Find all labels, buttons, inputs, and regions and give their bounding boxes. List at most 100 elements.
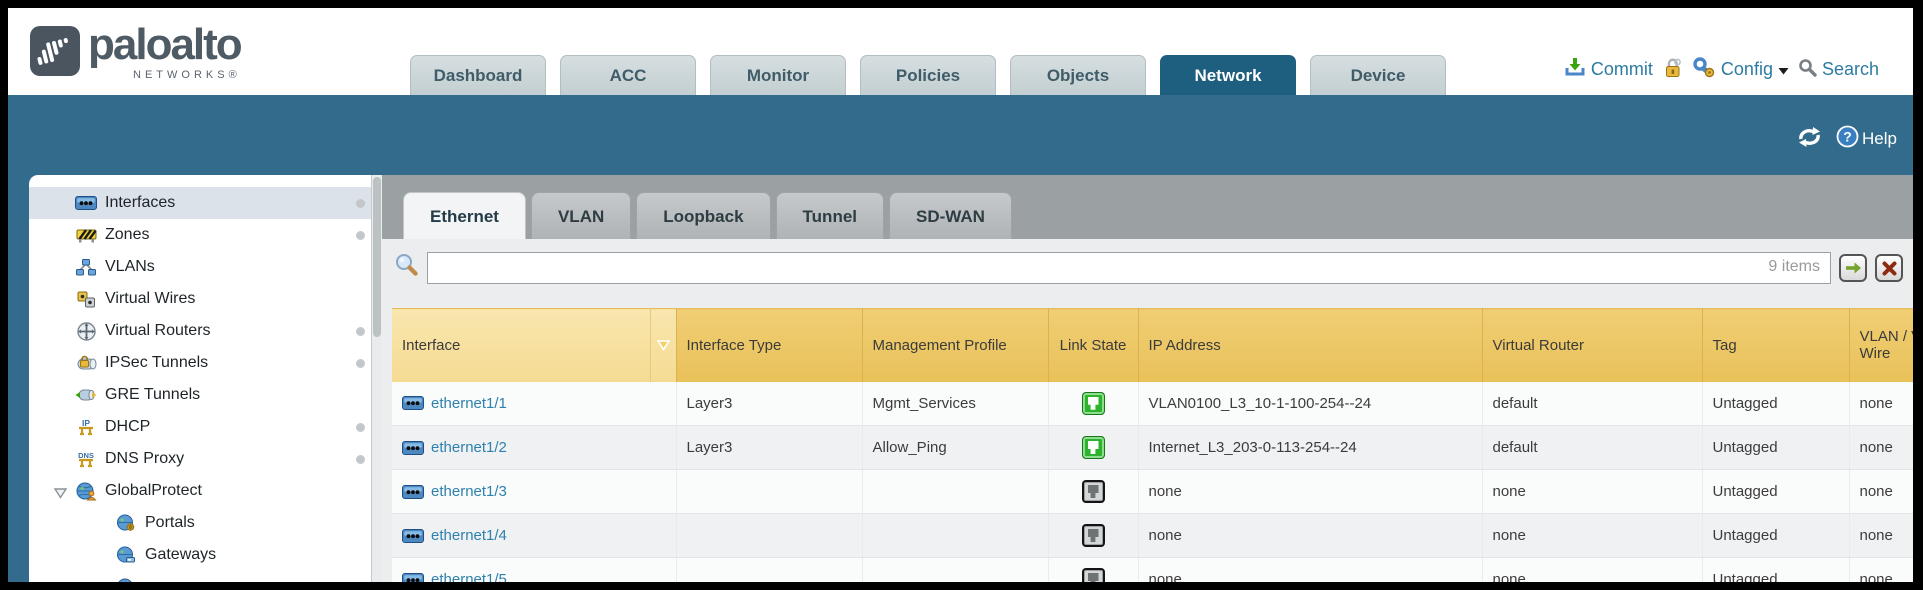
table-row: ethernet1/3 none none Untagged none xyxy=(392,470,1913,514)
subtab-sdwan[interactable]: SD-WAN xyxy=(889,192,1012,239)
subtab-tunnel[interactable]: Tunnel xyxy=(776,192,884,239)
secondary-header-band: ? Help xyxy=(8,95,1913,175)
interface-subtabs: Ethernet VLAN Loopback Tunnel SD-WAN xyxy=(382,175,1913,239)
config-menu-button[interactable]: Config xyxy=(1692,56,1789,83)
tab-network[interactable]: Network xyxy=(1160,55,1296,95)
column-menu-button[interactable] xyxy=(650,309,676,382)
red-x-icon xyxy=(1882,261,1897,276)
commit-button[interactable]: Commit xyxy=(1564,57,1653,82)
column-header-tag[interactable]: Tag xyxy=(1702,309,1849,382)
table-row: ethernet1/5 none none Untagged none xyxy=(392,558,1913,583)
table-row: ethernet1/4 none none Untagged none xyxy=(392,514,1913,558)
sidebar-item-virtual-routers[interactable]: Virtual Routers xyxy=(29,315,382,347)
help-button[interactable]: ? Help xyxy=(1836,125,1897,153)
tab-dashboard[interactable]: Dashboard xyxy=(410,55,546,95)
sidebar-item-dhcp[interactable]: IP DHCP xyxy=(29,411,382,443)
tab-policies[interactable]: Policies xyxy=(860,55,996,95)
sidebar-item-virtual-wires[interactable]: Virtual Wires xyxy=(29,283,382,315)
interface-icon xyxy=(402,441,424,455)
virtual-wires-icon xyxy=(75,291,97,308)
sidebar-item-portals[interactable]: Portals xyxy=(29,507,382,539)
search-button[interactable]: Search xyxy=(1798,58,1879,82)
interface-link[interactable]: ethernet1/4 xyxy=(431,527,507,544)
green-arrow-icon xyxy=(1845,261,1862,275)
sidebar-item-gre-tunnels[interactable]: GRE Tunnels xyxy=(29,379,382,411)
column-header-link-state[interactable]: Link State xyxy=(1048,309,1138,382)
scrollbar-thumb[interactable] xyxy=(373,177,381,337)
link-state-icon[interactable] xyxy=(1082,392,1105,415)
column-header-virtual-router[interactable]: Virtual Router xyxy=(1482,309,1702,382)
sidebar-item-gateways[interactable]: Gateways xyxy=(29,539,382,571)
subtab-loopback[interactable]: Loopback xyxy=(636,192,770,239)
link-state-icon[interactable] xyxy=(1082,524,1105,547)
interface-icon xyxy=(402,529,424,543)
network-sidebar: Interfaces Zones xyxy=(29,175,382,582)
brand-wordmark: paloalto xyxy=(88,22,241,68)
column-header-ip-address[interactable]: IP Address xyxy=(1138,309,1482,382)
sidebar-item-dns-proxy[interactable]: DNS DNS Proxy xyxy=(29,443,382,475)
sidebar-item-zones[interactable]: Zones xyxy=(29,219,382,251)
sidebar-scrollbar[interactable] xyxy=(371,175,382,582)
dhcp-icon: IP xyxy=(75,418,97,437)
clear-filter-button[interactable] xyxy=(1875,254,1903,282)
sidebar-item-vlans[interactable]: VLANs xyxy=(29,251,382,283)
interface-link[interactable]: ethernet1/5 xyxy=(431,571,507,582)
padlock-icon xyxy=(1662,57,1683,83)
chevron-down-icon xyxy=(1778,59,1789,80)
link-state-icon[interactable] xyxy=(1082,568,1105,582)
sidebar-item-interfaces[interactable]: Interfaces xyxy=(29,187,382,219)
virtual-routers-icon xyxy=(75,322,97,341)
app-window: paloalto NETWORKS® Dashboard ACC Monitor… xyxy=(0,0,1923,590)
main-nav-tabs: Dashboard ACC Monitor Policies Objects N… xyxy=(410,55,1446,95)
status-dot xyxy=(356,423,365,432)
interface-link[interactable]: ethernet1/3 xyxy=(431,483,507,500)
apply-filter-button[interactable] xyxy=(1839,254,1867,282)
magnifier-icon xyxy=(1798,58,1817,82)
subtab-vlan[interactable]: VLAN xyxy=(531,192,631,239)
portals-icon xyxy=(115,514,137,532)
dns-proxy-icon: DNS xyxy=(75,450,97,469)
sidebar-item-globalprotect[interactable]: GlobalProtect xyxy=(29,475,382,507)
svg-text:DNS: DNS xyxy=(78,451,94,460)
header-utilities: Commit xyxy=(1564,56,1879,83)
sidebar-item-ipsec-tunnels[interactable]: IPSec Tunnels xyxy=(29,347,382,379)
paloalto-waveform-icon xyxy=(30,26,80,76)
link-state-icon[interactable] xyxy=(1082,436,1105,459)
interface-link[interactable]: ethernet1/2 xyxy=(431,439,507,456)
commit-download-icon xyxy=(1564,57,1586,82)
filter-bar: 9 items xyxy=(382,239,1913,294)
gateways-icon xyxy=(115,546,137,564)
filter-input[interactable] xyxy=(427,252,1831,284)
gre-tunnels-icon xyxy=(75,388,97,402)
filter-magnifier-icon xyxy=(394,253,419,283)
table-row: ethernet1/1 Layer3 Mgmt_Services VLAN010… xyxy=(392,382,1913,426)
ipsec-tunnels-icon xyxy=(75,355,97,371)
ethernet-panel: 9 items xyxy=(382,239,1913,582)
tab-acc[interactable]: ACC xyxy=(560,55,696,95)
paloalto-logo: paloalto NETWORKS® xyxy=(30,22,241,81)
top-header-bar: paloalto NETWORKS® Dashboard ACC Monitor… xyxy=(8,8,1913,95)
sidebar-item-partial[interactable] xyxy=(29,571,382,582)
interfaces-icon xyxy=(75,196,97,210)
sort-triangle-icon xyxy=(657,340,670,351)
question-circle-icon: ? xyxy=(1836,125,1859,153)
column-header-vlan-virtual-wire[interactable]: VLAN / Virtual Wire xyxy=(1849,309,1913,382)
status-dot xyxy=(356,231,365,240)
expand-triangle-icon[interactable] xyxy=(54,486,67,504)
tab-objects[interactable]: Objects xyxy=(1010,55,1146,95)
status-dot xyxy=(356,327,365,336)
lock-button[interactable] xyxy=(1662,57,1683,83)
status-dot xyxy=(356,199,365,208)
refresh-button[interactable] xyxy=(1796,126,1823,153)
column-header-management-profile[interactable]: Management Profile xyxy=(862,309,1048,382)
link-state-icon[interactable] xyxy=(1082,480,1105,503)
tab-device[interactable]: Device xyxy=(1310,55,1446,95)
subtab-ethernet[interactable]: Ethernet xyxy=(403,192,526,239)
interfaces-table: Interface Interface Type Management Prof… xyxy=(392,308,1913,582)
interface-link[interactable]: ethernet1/1 xyxy=(431,395,507,412)
column-header-interface-type[interactable]: Interface Type xyxy=(676,309,862,382)
tab-monitor[interactable]: Monitor xyxy=(710,55,846,95)
wrench-gear-icon xyxy=(1692,56,1716,83)
column-header-interface[interactable]: Interface xyxy=(392,309,676,382)
item-count: 9 items xyxy=(1768,258,1820,276)
